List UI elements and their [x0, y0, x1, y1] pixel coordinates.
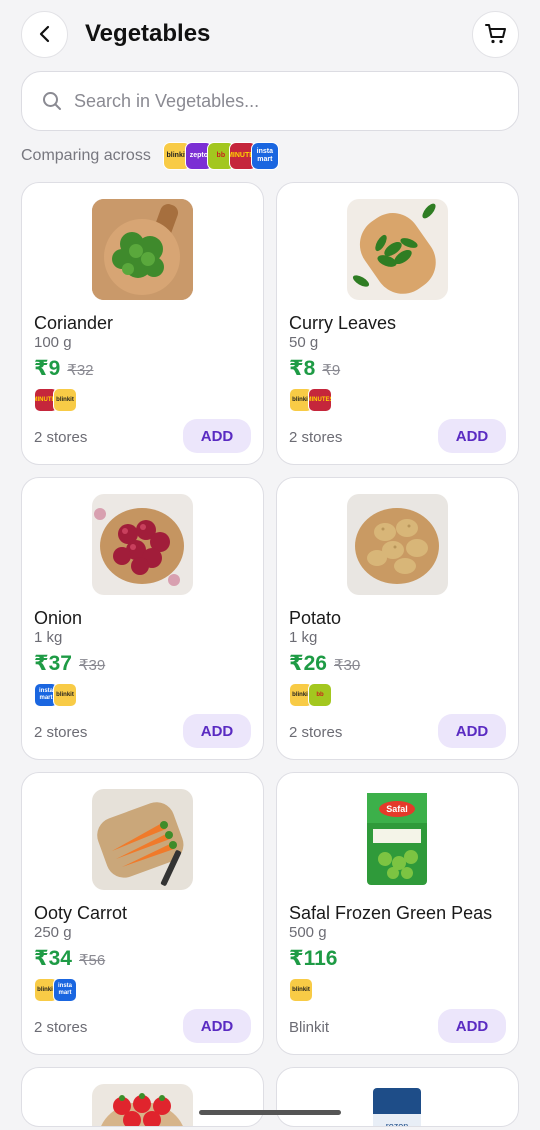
- product-price: ₹37: [34, 652, 72, 675]
- product-name: Coriander: [34, 313, 114, 333]
- blinkit-logo: blinkit: [53, 683, 77, 707]
- available-store-logos: blinkit bb: [289, 683, 332, 707]
- product-image: [92, 1084, 193, 1126]
- add-button[interactable]: ADD: [183, 419, 251, 453]
- header: Vegetables: [21, 10, 519, 58]
- blinkit-logo: blinkit: [289, 978, 313, 1002]
- product-mrp: ₹39: [78, 657, 106, 674]
- product-name: Curry Leaves: [289, 313, 397, 333]
- bigbasket-logo: bb: [308, 683, 332, 707]
- page-title: Vegetables: [85, 20, 211, 47]
- price-row: ₹8 ₹9: [289, 356, 340, 381]
- product-image: [347, 494, 448, 595]
- product-image: [347, 199, 448, 300]
- product-quantity: 500 g: [289, 924, 327, 941]
- home-indicator: [199, 1110, 341, 1115]
- product-name: Onion: [34, 608, 83, 628]
- product-card[interactable]: Safal Safal Frozen Green Peas 500 g ₹116 bli…: [276, 772, 519, 1055]
- price-row: ₹26 ₹30: [289, 651, 360, 676]
- store-count: Blinkit: [289, 1019, 330, 1036]
- price-row: ₹34 ₹56: [34, 946, 105, 971]
- search-icon: [43, 92, 61, 110]
- product-card[interactable]: Coriander100 g ₹9 ₹32 MINUTESblinkit 2 store…: [21, 182, 264, 465]
- store-count: 2 stores: [34, 724, 88, 741]
- product-price: ₹34: [34, 947, 72, 970]
- back-button[interactable]: [21, 10, 68, 58]
- store-count: 2 stores: [34, 1019, 88, 1036]
- product-card[interactable]: Ooty Carrot 250 g ₹34 ₹56 blinkit insta mart 2…: [21, 772, 264, 1055]
- available-store-logos: MINUTESblinkit: [34, 388, 77, 412]
- available-store-logos: blinkit insta mart: [34, 978, 77, 1002]
- available-store-logos: blinkitMINUTES: [289, 388, 332, 412]
- add-button[interactable]: ADD: [183, 714, 251, 748]
- product-price: ₹116: [289, 947, 338, 970]
- product-name: Ooty Carrot: [34, 903, 128, 923]
- product-price: ₹26: [289, 652, 327, 675]
- comparing-across-row: Comparing across blinkitzeptobbMINUTESin…: [21, 141, 279, 171]
- product-mrp: ₹9: [322, 362, 341, 379]
- svg-text:rozen: rozen: [386, 1121, 409, 1127]
- price-row: ₹37 ₹39: [34, 651, 105, 676]
- product-image: [92, 494, 193, 595]
- flipkart-logo: MINUTES: [308, 388, 332, 412]
- product-price: ₹9: [34, 357, 61, 380]
- search-input[interactable]: Search in Vegetables...: [74, 91, 259, 112]
- cart-button[interactable]: [472, 10, 519, 58]
- add-button[interactable]: ADD: [438, 419, 506, 453]
- instamart-logo: insta mart: [250, 142, 279, 170]
- price-row: ₹9 ₹32: [34, 356, 94, 381]
- available-store-logos: insta mart blinkit: [34, 683, 77, 707]
- product-card[interactable]: Onion 1 kg ₹37 ₹39 insta mart blinkit 2 stores…: [21, 477, 264, 760]
- available-store-logos: blinkit: [289, 978, 313, 1002]
- add-button[interactable]: ADD: [438, 714, 506, 748]
- cart-icon: [484, 24, 506, 44]
- price-row: ₹116: [289, 946, 338, 971]
- instamart-logo: insta mart: [53, 978, 77, 1002]
- product-quantity: 100 g: [34, 334, 72, 351]
- add-button[interactable]: ADD: [438, 1009, 506, 1043]
- product-price: ₹8: [289, 357, 316, 380]
- product-name: Potato: [289, 608, 342, 628]
- search-bar[interactable]: Search in Vegetables...: [21, 71, 519, 131]
- store-logos: blinkitzeptobbMINUTESinsta mart: [162, 142, 279, 170]
- product-mrp: ₹32: [67, 362, 94, 379]
- product-image: [92, 789, 193, 890]
- product-mrp: ₹30: [333, 657, 361, 674]
- product-quantity: 50 g: [289, 334, 319, 351]
- product-card[interactable]: Curry Leaves50 g ₹8 ₹9 blinkitMINUTES 2 stor…: [276, 182, 519, 465]
- product-image: Safal: [347, 789, 448, 890]
- product-quantity: 250 g: [34, 924, 72, 941]
- product-image: rozen: [347, 1084, 448, 1127]
- store-count: 2 stores: [34, 429, 88, 446]
- product-mrp: ₹56: [78, 952, 106, 969]
- product-grid: Coriander100 g₹9₹32MINUTESblinkit2 store…: [21, 182, 519, 1127]
- store-count: 2 stores: [289, 724, 343, 741]
- add-button[interactable]: ADD: [183, 1009, 251, 1043]
- product-card[interactable]: Potato 1 kg ₹26 ₹30 blinkit bb 2 stores ADD: [276, 477, 519, 760]
- product-name: Safal Frozen Green Peas: [289, 903, 493, 923]
- svg-text:Safal: Safal: [386, 804, 408, 814]
- chevron-left-icon: [39, 25, 49, 43]
- product-card[interactable]: rozen: [276, 1067, 519, 1127]
- comparing-label: Comparing across: [21, 147, 151, 164]
- blinkit-logo: blinkit: [53, 388, 77, 412]
- product-quantity: 1 kg: [289, 629, 318, 646]
- store-count: 2 stores: [289, 429, 343, 446]
- product-card[interactable]: [21, 1067, 264, 1127]
- product-quantity: 1 kg: [34, 629, 63, 646]
- product-image: [92, 199, 193, 300]
